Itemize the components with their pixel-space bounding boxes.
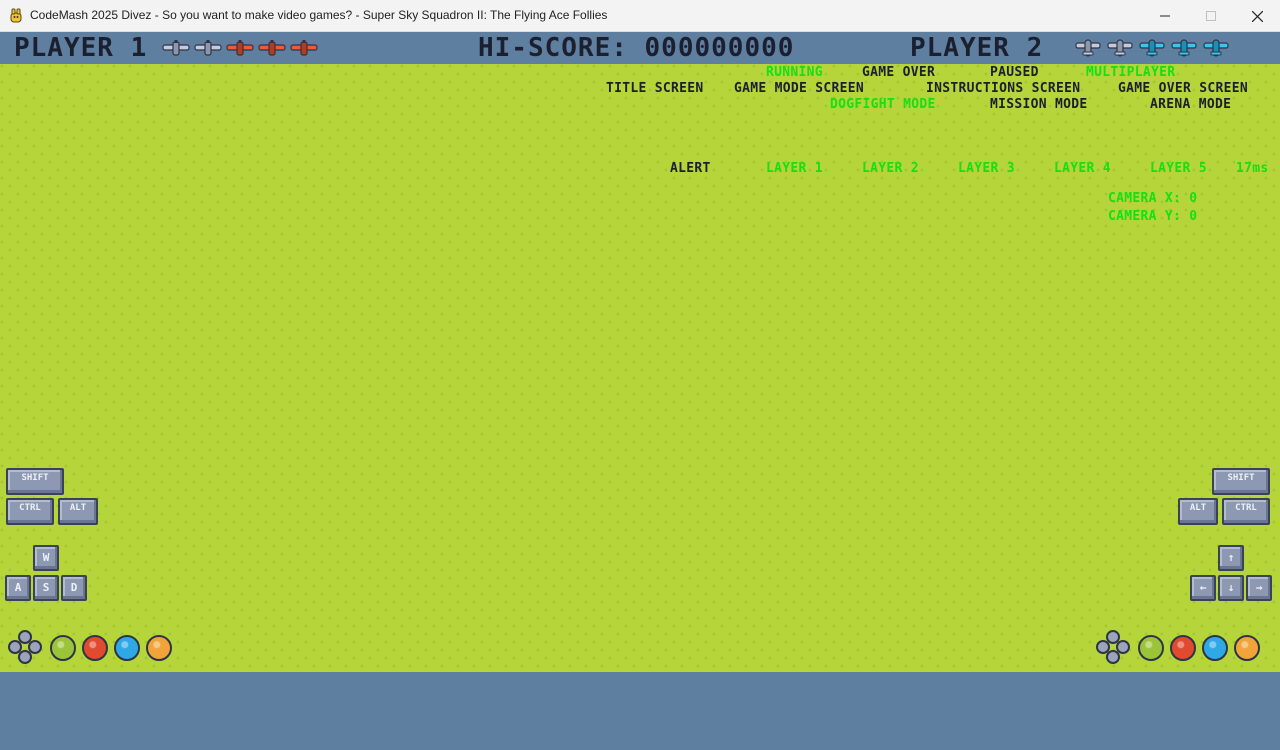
bottom-letterbox [0,672,1280,750]
player1-life-plane-icon [162,39,190,57]
layer-4: LAYER 4 [1054,161,1111,176]
player1-life-plane-icon [194,39,222,57]
maximize-button[interactable] [1188,0,1234,32]
mode-dogfight: DOGFIGHT MODE [830,97,936,112]
close-button[interactable] [1234,0,1280,32]
p1-pad-button-green [50,635,76,661]
p1-pad-button-red [82,635,108,661]
p2-shift-key: SHIFT [1212,468,1270,495]
p1-shift-key: SHIFT [6,468,64,495]
player1-life-plane-icon [290,39,318,57]
p2-left-key: ← [1190,575,1216,601]
player1-life-plane-icon [226,39,254,57]
layer-alert: ALERT [670,161,711,176]
window-titlebar: CodeMash 2025 Divez - So you want to mak… [0,0,1280,32]
state-multiplayer: MULTIPLAYER [1086,65,1176,80]
mode-arena: ARENA MODE [1150,97,1232,112]
p2-pad-button-orange [1234,635,1260,661]
player2-label: PLAYER 2 [910,33,1044,63]
window-title: CodeMash 2025 Divez - So you want to mak… [30,8,608,22]
screen-game-over: GAME OVER SCREEN [1118,81,1249,96]
p2-pad-button-blue [1202,635,1228,661]
player2-life-plane-icon [1170,39,1198,57]
layer-3: LAYER 3 [958,161,1015,176]
maximize-icon [1206,11,1216,21]
screen-instructions: INSTRUCTIONS SCREEN [926,81,1081,96]
app-icon [10,8,22,23]
player1-label: PLAYER 1 [14,33,148,63]
player2-life-plane-icon [1074,39,1102,57]
minimize-button[interactable] [1142,0,1188,32]
p2-right-key: → [1246,575,1272,601]
hiscore-label: HI-SCORE: 000000000 [478,33,795,63]
player1-life-plane-icon [258,39,286,57]
layer-1: LAYER 1 [766,161,823,176]
p2-dpad-icon [1096,630,1130,664]
p1-right-key: D [61,575,87,601]
p2-down-key: ↓ [1218,575,1244,601]
mode-mission: MISSION MODE [990,97,1088,112]
p2-alt-key: ALT [1178,498,1218,525]
p2-pad-button-red [1170,635,1196,661]
close-icon [1251,10,1263,22]
frame-time: 17ms [1236,161,1269,176]
p1-dpad-icon [8,630,42,664]
layer-5: LAYER 5 [1150,161,1207,176]
p1-left-key: A [5,575,31,601]
player2-life-plane-icon [1202,39,1230,57]
state-paused: PAUSED [990,65,1039,80]
camera-y-readout: CAMERA Y: 0 [1108,209,1198,224]
minimize-icon [1160,15,1170,17]
p1-down-key: S [33,575,59,601]
state-running: RUNNING [766,65,823,80]
p1-alt-key: ALT [58,498,98,525]
p2-pad-button-green [1138,635,1164,661]
game-playfield[interactable]: RUNNING GAME OVER PAUSED MULTIPLAYER TIT… [0,64,1280,672]
p2-ctrl-key: CTRL [1222,498,1270,525]
p1-up-key: W [33,545,59,571]
screen-game-mode: GAME MODE SCREEN [734,81,865,96]
p1-ctrl-key: CTRL [6,498,54,525]
p2-up-key: ↑ [1218,545,1244,571]
player2-life-plane-icon [1106,39,1134,57]
hud-bar: PLAYER 1 HI-SCORE: 000000000 PLAYER 2 [0,32,1280,64]
p1-pad-button-orange [146,635,172,661]
layer-2: LAYER 2 [862,161,919,176]
camera-x-readout: CAMERA X: 0 [1108,191,1198,206]
player2-life-plane-icon [1138,39,1166,57]
state-game-over: GAME OVER [862,65,936,80]
p1-pad-button-blue [114,635,140,661]
screen-title: TITLE SCREEN [606,81,704,96]
